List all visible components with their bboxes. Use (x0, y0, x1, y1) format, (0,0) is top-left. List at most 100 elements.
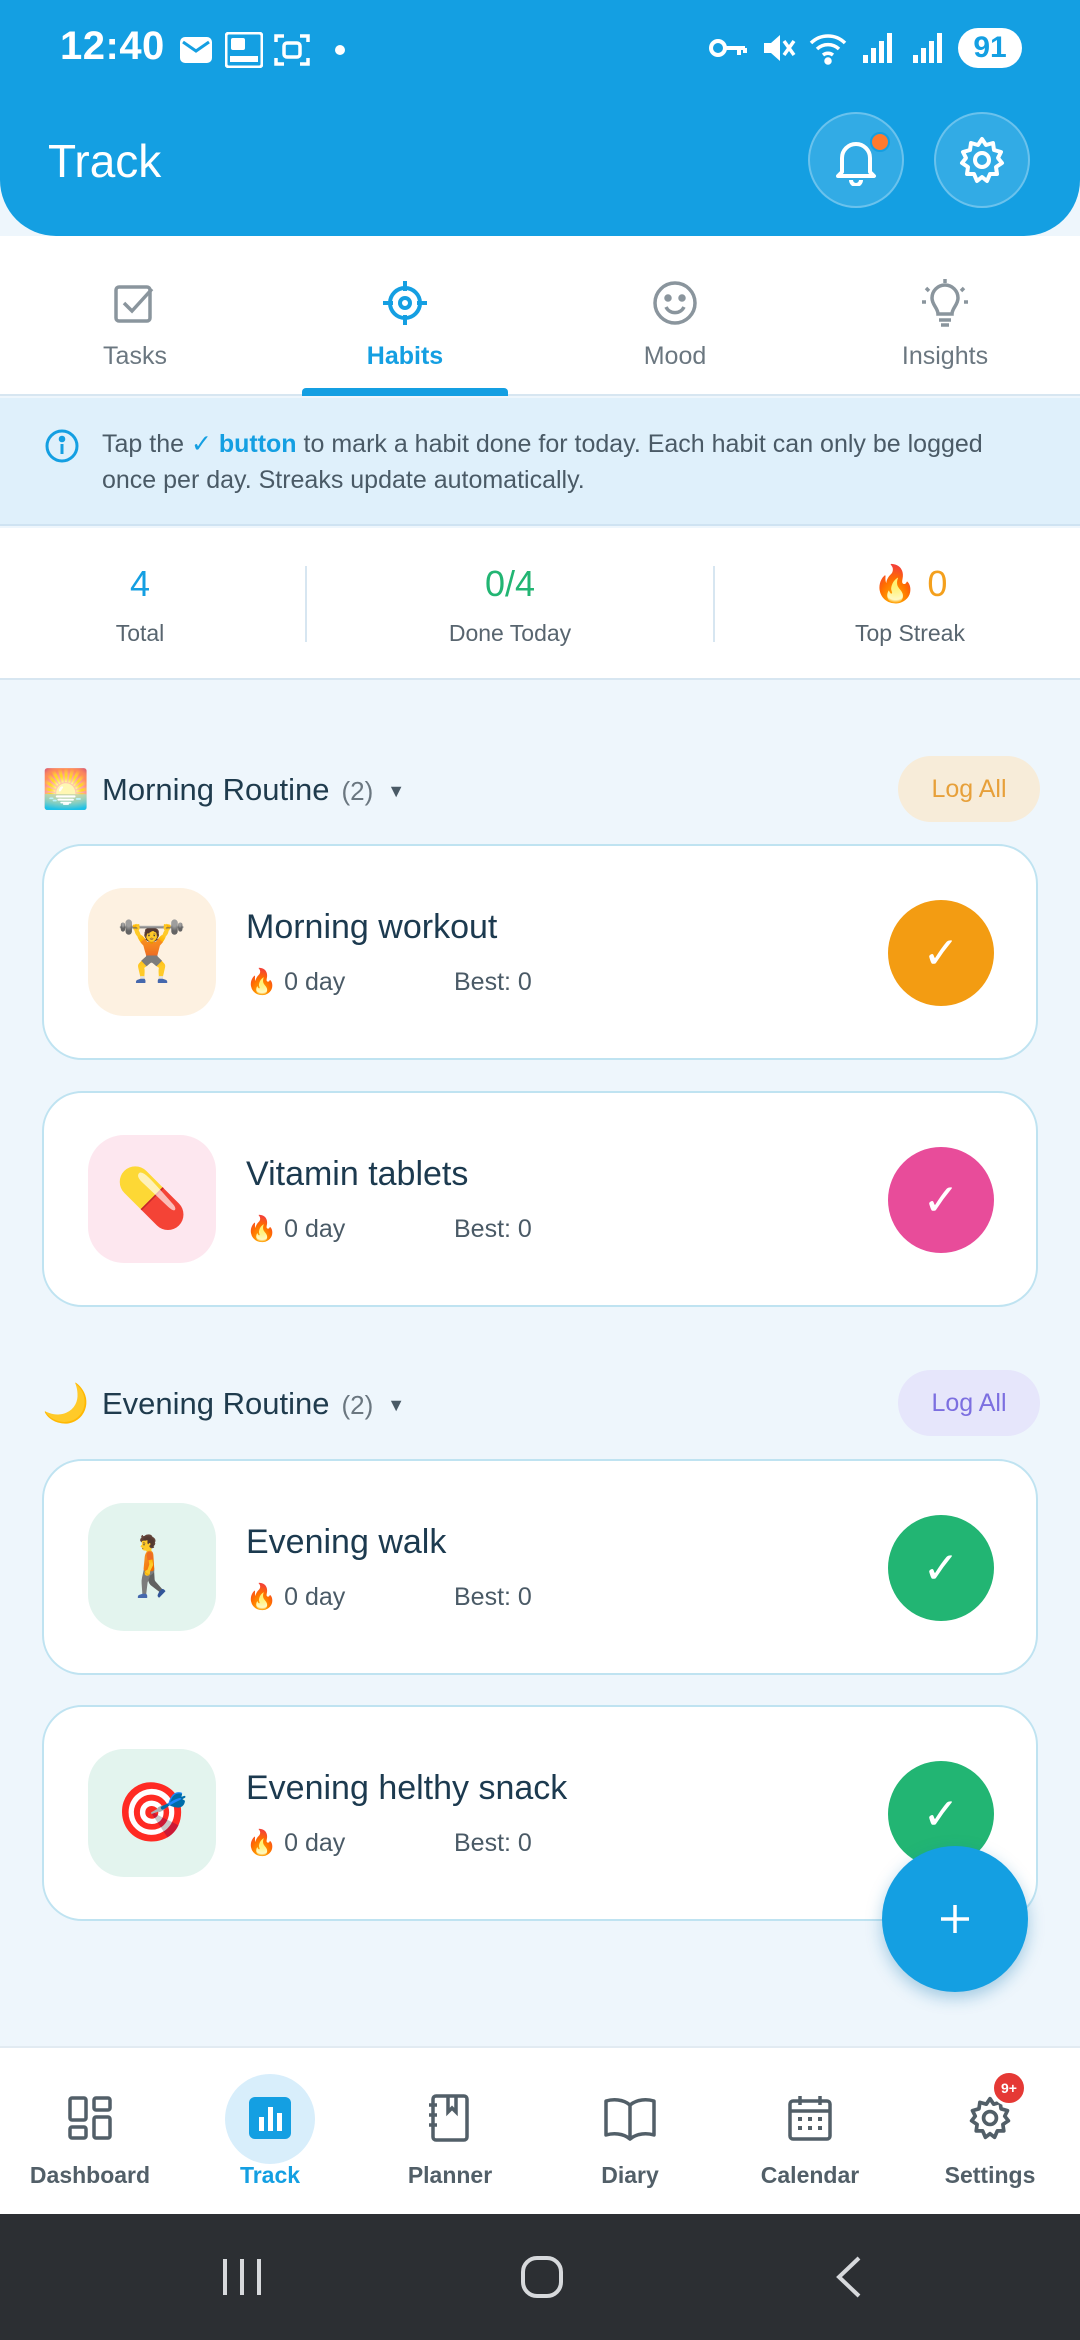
lightbulb-icon (920, 278, 970, 328)
fire-icon: 🔥 (246, 1215, 278, 1243)
nav-diary[interactable]: Diary (540, 2048, 720, 2216)
habit-meta: 🔥 0 day Best: 0 (246, 1215, 532, 1244)
bar-chart-icon (225, 2074, 315, 2164)
signal-icon-2 (908, 28, 948, 68)
stat-done-value: 0/4 (484, 563, 536, 604)
group-title-text: Morning Routine (102, 772, 330, 807)
habit-emoji-icon: 🚶 (88, 1503, 216, 1631)
habit-emoji-icon: 💊 (88, 1135, 216, 1263)
smiley-icon (650, 278, 700, 328)
tab-insights[interactable]: Insights (810, 236, 1080, 396)
habit-best: Best: 0 (454, 1583, 532, 1611)
tab-bar: Tasks Habits Mood Insights (0, 236, 1080, 396)
group-header-evening[interactable]: 🌙 Evening Routine (2) ▼ Log All (42, 1370, 1040, 1440)
checkbox-icon (110, 278, 160, 328)
tab-label: Mood (643, 342, 707, 370)
fire-icon: 🔥 (872, 563, 918, 604)
signal-icon (858, 28, 898, 68)
habit-streak: 🔥 0 day (246, 1215, 454, 1244)
tab-tasks[interactable]: Tasks (0, 236, 270, 396)
calendar-icon (765, 2090, 855, 2146)
check-button[interactable]: ✓ (888, 1515, 994, 1621)
nav-settings[interactable]: 9+ Settings (900, 2048, 1080, 2216)
nav-label: Planner (407, 2162, 493, 2188)
notebook-icon (405, 2090, 495, 2146)
page-title: Track (48, 135, 162, 187)
recents-icon (223, 2259, 261, 2295)
stat-total-label: Total (115, 620, 165, 646)
habit-emoji-icon: 🎯 (88, 1749, 216, 1877)
log-all-button[interactable]: Log All (898, 1370, 1040, 1436)
habit-best: Best: 0 (454, 968, 532, 996)
group-count: (2) (341, 1390, 374, 1420)
stat-done-today: 0/4 Done Today (400, 562, 620, 647)
dashboard-icon (45, 2090, 135, 2146)
add-habit-button[interactable] (882, 1846, 1028, 1992)
wifi-icon (808, 28, 848, 68)
habit-meta: 🔥 0 day Best: 0 (246, 1583, 532, 1612)
imo-icon (224, 30, 264, 70)
group-header-morning[interactable]: 🌅 Morning Routine (2) ▼ Log All (42, 756, 1040, 826)
bottom-nav: Dashboard Track Planner Diary Calendar 9… (0, 2046, 1080, 2214)
system-nav-bar (0, 2214, 1080, 2340)
group-count: (2) (341, 776, 374, 806)
habit-meta: 🔥 0 day Best: 0 (246, 1829, 532, 1858)
group-title-text: Evening Routine (102, 1386, 330, 1421)
battery-indicator: 91 (958, 28, 1022, 68)
gear-icon (960, 137, 1004, 183)
info-icon (44, 428, 80, 474)
nav-dashboard[interactable]: Dashboard (0, 2048, 180, 2216)
notifications-button[interactable] (808, 112, 904, 208)
fire-icon: 🔥 (246, 968, 278, 996)
info-text-highlight: ✓ button (190, 430, 297, 458)
info-text-prefix: Tap the (102, 430, 191, 458)
status-time: 12:40 (60, 24, 165, 68)
recent-apps-button[interactable] (212, 2252, 272, 2302)
nav-label: Calendar (760, 2162, 860, 2188)
scan-icon (272, 30, 312, 70)
tab-label: Tasks (103, 342, 167, 370)
tab-habits[interactable]: Habits (270, 236, 540, 396)
check-button[interactable]: ✓ (888, 900, 994, 1006)
stat-top-streak: 🔥 0 Top Streak (820, 562, 1000, 647)
habit-name: Evening walk (246, 1523, 447, 1561)
habit-best: Best: 0 (454, 1215, 532, 1243)
home-icon (521, 2256, 563, 2298)
stats-panel: 4 Total 0/4 Done Today 🔥 0 Top Streak (0, 528, 1080, 680)
habit-card[interactable]: 💊 Vitamin tablets 🔥 0 day Best: 0 ✓ (42, 1091, 1038, 1307)
nav-track[interactable]: Track (180, 2048, 360, 2216)
log-all-button[interactable]: Log All (898, 756, 1040, 822)
home-button[interactable] (512, 2252, 572, 2302)
habit-card[interactable]: 🚶 Evening walk 🔥 0 day Best: 0 ✓ (42, 1459, 1038, 1675)
habit-streak: 🔥 0 day (246, 1583, 454, 1612)
habit-meta: 🔥 0 day Best: 0 (246, 968, 532, 997)
status-left-icons (176, 30, 360, 70)
habit-streak-text: 0 day (284, 968, 346, 996)
plus-icon (941, 1905, 969, 1933)
group-title: Morning Routine (2) ▼ (102, 772, 405, 808)
mail-icon (176, 30, 216, 70)
mute-icon (758, 28, 798, 68)
stat-total: 4 Total (60, 562, 220, 647)
nav-label: Settings (944, 2162, 1036, 2188)
stat-total-value: 4 (129, 563, 151, 604)
key-icon (708, 28, 748, 68)
habit-streak: 🔥 0 day (246, 968, 454, 997)
nav-calendar[interactable]: Calendar (720, 2048, 900, 2216)
dot-icon (320, 30, 360, 70)
settings-button[interactable] (934, 112, 1030, 208)
stat-done-label: Done Today (448, 620, 572, 646)
habit-card[interactable]: 🏋️ Morning workout 🔥 0 day Best: 0 ✓ (42, 844, 1038, 1060)
status-bar: 12:40 91 (0, 0, 1080, 100)
habit-streak-text: 0 day (284, 1215, 346, 1243)
notification-dot (870, 132, 890, 152)
back-button[interactable] (818, 2252, 878, 2302)
stat-streak-label: Top Streak (855, 620, 965, 646)
check-button[interactable]: ✓ (888, 1147, 994, 1253)
tab-label: Insights (901, 342, 989, 370)
tab-mood[interactable]: Mood (540, 236, 810, 396)
habit-streak-text: 0 day (284, 1829, 346, 1857)
moon-icon: 🌙 (42, 1383, 90, 1425)
stat-divider (713, 566, 715, 642)
nav-planner[interactable]: Planner (360, 2048, 540, 2216)
